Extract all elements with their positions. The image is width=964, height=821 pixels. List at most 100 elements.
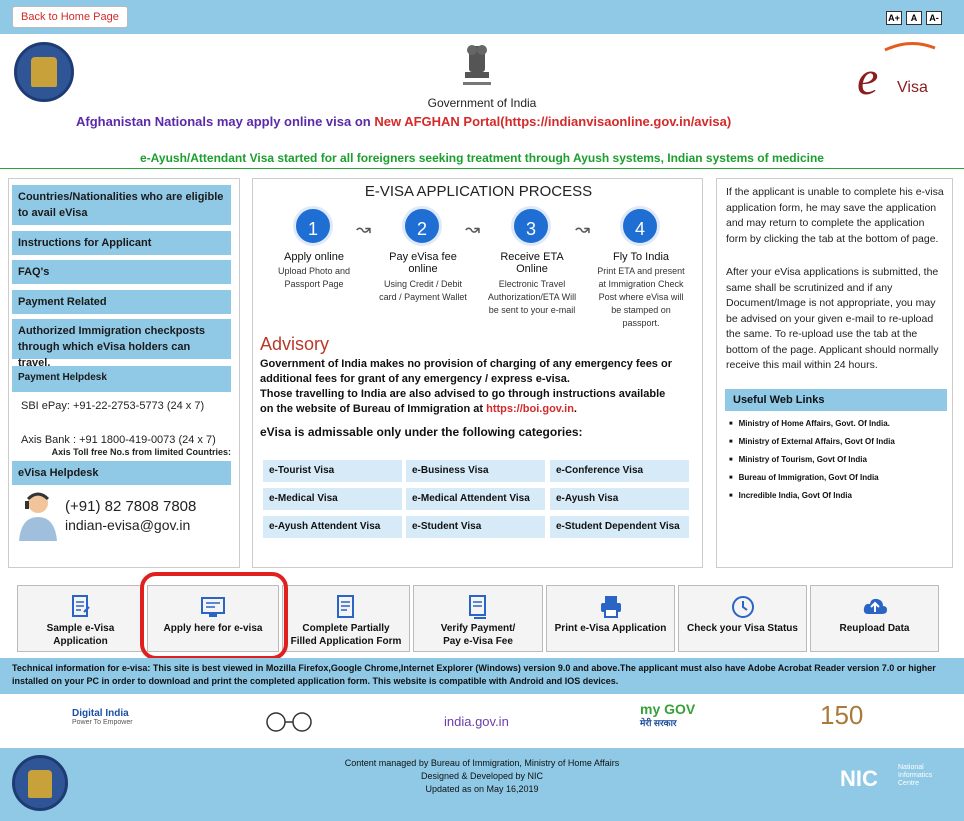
axis-helpline: Axis Bank : +91 1800-419-0073 (24 x 7) xyxy=(21,434,216,446)
svg-text:Visa: Visa xyxy=(897,79,928,96)
helpdesk-person-icon xyxy=(19,492,57,541)
step-2-desc: Using Credit / Debit card / Payment Wall… xyxy=(379,279,467,302)
step-3-title: Receive ETA Online xyxy=(500,251,564,275)
step-4-title: Fly To India xyxy=(612,251,670,263)
form-icon xyxy=(337,595,354,618)
verify-icon xyxy=(469,595,486,619)
footer-designed-by: Designed & Developed by NIC xyxy=(420,771,544,781)
digital-india-logo[interactable]: Digital India Power To Empower xyxy=(72,708,133,726)
footer-updated-date: Updated as on May 16,2019 xyxy=(425,784,539,794)
left-sidebar: Countries/Nationalities who are eligible… xyxy=(8,178,240,568)
sidebar-item-evisa-helpdesk[interactable]: eVisa Helpdesk xyxy=(12,461,231,485)
useful-links-title: Useful Web Links xyxy=(725,389,947,411)
top-bar: Back to Home Page A+ A A- xyxy=(0,0,964,34)
advisory-line-2-text: Those travelling to India are also advis… xyxy=(260,388,666,415)
partner-logos: Digital India Power To Empower india.gov… xyxy=(0,694,964,748)
nic-caption-line: Informatics xyxy=(898,772,933,779)
step-arrow-icon: ↝ xyxy=(575,219,591,239)
complete-partial-form-tile[interactable]: Complete Partially Filled Application Fo… xyxy=(282,585,410,652)
sidebar-item-instructions[interactable]: Instructions for Applicant xyxy=(12,231,231,255)
tile-label: Application xyxy=(53,636,108,647)
digital-india-text: Digital India xyxy=(72,708,129,719)
sbi-helpline: SBI ePay: +91-22-2753-5773 (24 x 7) xyxy=(21,400,205,412)
mygov-logo[interactable]: my GOV मेरी सरकार xyxy=(640,702,695,730)
save-application-info: If the applicant is unable to complete h… xyxy=(726,186,944,245)
category-e-student[interactable]: e-Student Visa xyxy=(406,516,545,538)
footer-content-managed: Content managed by Bureau of Immigration… xyxy=(344,758,620,768)
axis-toll-free-link[interactable]: Axis Toll free No.s from limited Countri… xyxy=(52,447,231,457)
print-evisa-tile[interactable]: Print e-Visa Application xyxy=(546,585,675,652)
status-icon xyxy=(731,596,754,618)
info-panel: If the applicant is unable to complete h… xyxy=(716,178,953,568)
reupload-data-tile[interactable]: Reupload Data xyxy=(810,585,939,652)
step-3-desc: Electronic Travel Authorization/ETA Will… xyxy=(487,279,577,315)
gandhi-150-logo[interactable]: 150 xyxy=(820,700,863,731)
category-e-ayush-attendant[interactable]: e-Ayush Attendent Visa xyxy=(263,516,402,538)
footer-credits: Content managed by Bureau of Immigration… xyxy=(0,757,964,796)
category-e-conference[interactable]: e-Conference Visa xyxy=(550,460,689,482)
sidebar-item-checkposts[interactable]: Authorized Immigration checkposts throug… xyxy=(12,319,231,369)
useful-links-list: Ministry of Home Affairs, Govt. Of India… xyxy=(729,419,895,509)
ayush-notice: e-Ayush/Attendant Visa started for all f… xyxy=(140,151,824,165)
afghan-notice-text: Afghanistan Nationals may apply online v… xyxy=(76,114,375,129)
tile-label: Sample e-Visa xyxy=(46,623,115,634)
step-1-desc: Upload Photo and Passport Page xyxy=(277,266,351,289)
step-1-title: Apply online xyxy=(284,251,344,263)
check-visa-status-tile[interactable]: Check your Visa Status xyxy=(678,585,807,652)
useful-link-external-affairs[interactable]: Ministry of External Affairs, Govt Of In… xyxy=(729,437,895,446)
useful-link-immigration[interactable]: Bureau of Immigration, Govt Of India xyxy=(729,473,895,482)
afghan-notice: Afghanistan Nationals may apply online v… xyxy=(76,114,731,129)
font-increase-button[interactable]: A+ xyxy=(886,11,902,25)
header-divider xyxy=(0,168,964,169)
technical-info-body: This site is best viewed in Mozilla Fire… xyxy=(12,663,936,686)
advisory-line-2-end: . xyxy=(573,403,577,415)
process-title: E-VISA APPLICATION PROCESS xyxy=(364,183,593,200)
document-icon xyxy=(71,595,90,617)
category-e-tourist[interactable]: e-Tourist Visa xyxy=(263,460,402,482)
sidebar-item-faq[interactable]: FAQ's xyxy=(12,260,231,284)
step-4-desc: Print ETA and present at Immigration Che… xyxy=(597,266,685,328)
svg-text:e: e xyxy=(857,52,878,104)
category-e-business[interactable]: e-Business Visa xyxy=(406,460,545,482)
useful-link-tourism[interactable]: Ministry of Tourism, Govt Of India xyxy=(729,455,895,464)
sidebar-item-eligible-countries[interactable]: Countries/Nationalities who are eligible… xyxy=(12,185,231,225)
category-e-medical[interactable]: e-Medical Visa xyxy=(263,488,402,510)
useful-link-incredible-india[interactable]: Incredible India, Govt Of India xyxy=(729,491,895,500)
sample-evisa-tile[interactable]: Sample e-Visa Application xyxy=(17,585,144,652)
swachh-bharat-logo[interactable] xyxy=(258,710,328,734)
india-gov-logo[interactable]: india.gov.in xyxy=(444,714,509,729)
verify-payment-tile[interactable]: Verify Payment/ Pay e-Visa Fee xyxy=(413,585,543,652)
helpdesk-email[interactable]: indian-evisa@gov.in xyxy=(65,517,190,533)
evisa-logo: e Visa xyxy=(857,42,936,104)
reupload-info: After your eVisa applications is submitt… xyxy=(726,266,939,371)
nic-caption: National Informatics Centre xyxy=(898,764,932,788)
boi-link[interactable]: https://boi.gov.in xyxy=(486,403,574,415)
step-2-circle: 2 xyxy=(402,206,442,246)
afghan-portal-link[interactable]: New AFGHAN Portal(https://indianvisaonli… xyxy=(374,114,731,129)
back-to-home-button[interactable]: Back to Home Page xyxy=(12,6,128,28)
sidebar-item-payment-related[interactable]: Payment Related xyxy=(12,290,231,314)
technical-info-lead: Technical information for e-visa: xyxy=(12,663,151,673)
advisory-title: Advisory xyxy=(260,334,330,354)
advisory-line-1: Government of India makes no provision o… xyxy=(260,358,672,385)
digital-india-subtext: Power To Empower xyxy=(72,719,133,726)
tile-label: Verify Payment/ xyxy=(440,623,516,634)
category-e-ayush[interactable]: e-Ayush Visa xyxy=(550,488,689,510)
category-e-student-dependent[interactable]: e-Student Dependent Visa xyxy=(550,516,689,538)
tile-label: Check your Visa Status xyxy=(687,623,798,634)
tile-label: Reupload Data xyxy=(839,623,910,634)
categories-title: eVisa is admissable only under the follo… xyxy=(260,425,583,439)
upload-icon xyxy=(863,598,887,614)
nic-caption-line: National xyxy=(898,764,924,771)
category-e-medical-attendant[interactable]: e-Medical Attendent Visa xyxy=(406,488,545,510)
useful-link-home-affairs[interactable]: Ministry of Home Affairs, Govt. Of India… xyxy=(729,419,895,428)
font-normal-button[interactable]: A xyxy=(906,11,922,25)
advisory-text: Government of India makes no provision o… xyxy=(260,357,680,417)
mygov-hindi-text: मेरी सरकार xyxy=(640,718,677,728)
step-3-circle: 3 xyxy=(511,206,551,246)
sidebar-item-payment-helpdesk[interactable]: Payment Helpdesk xyxy=(12,366,231,392)
step-2-title: Pay eVisa fee online xyxy=(389,251,457,275)
tile-label: Filled Application Form xyxy=(290,636,402,647)
tile-label: Pay e-Visa Fee xyxy=(443,636,513,647)
font-decrease-button[interactable]: A- xyxy=(926,11,942,25)
